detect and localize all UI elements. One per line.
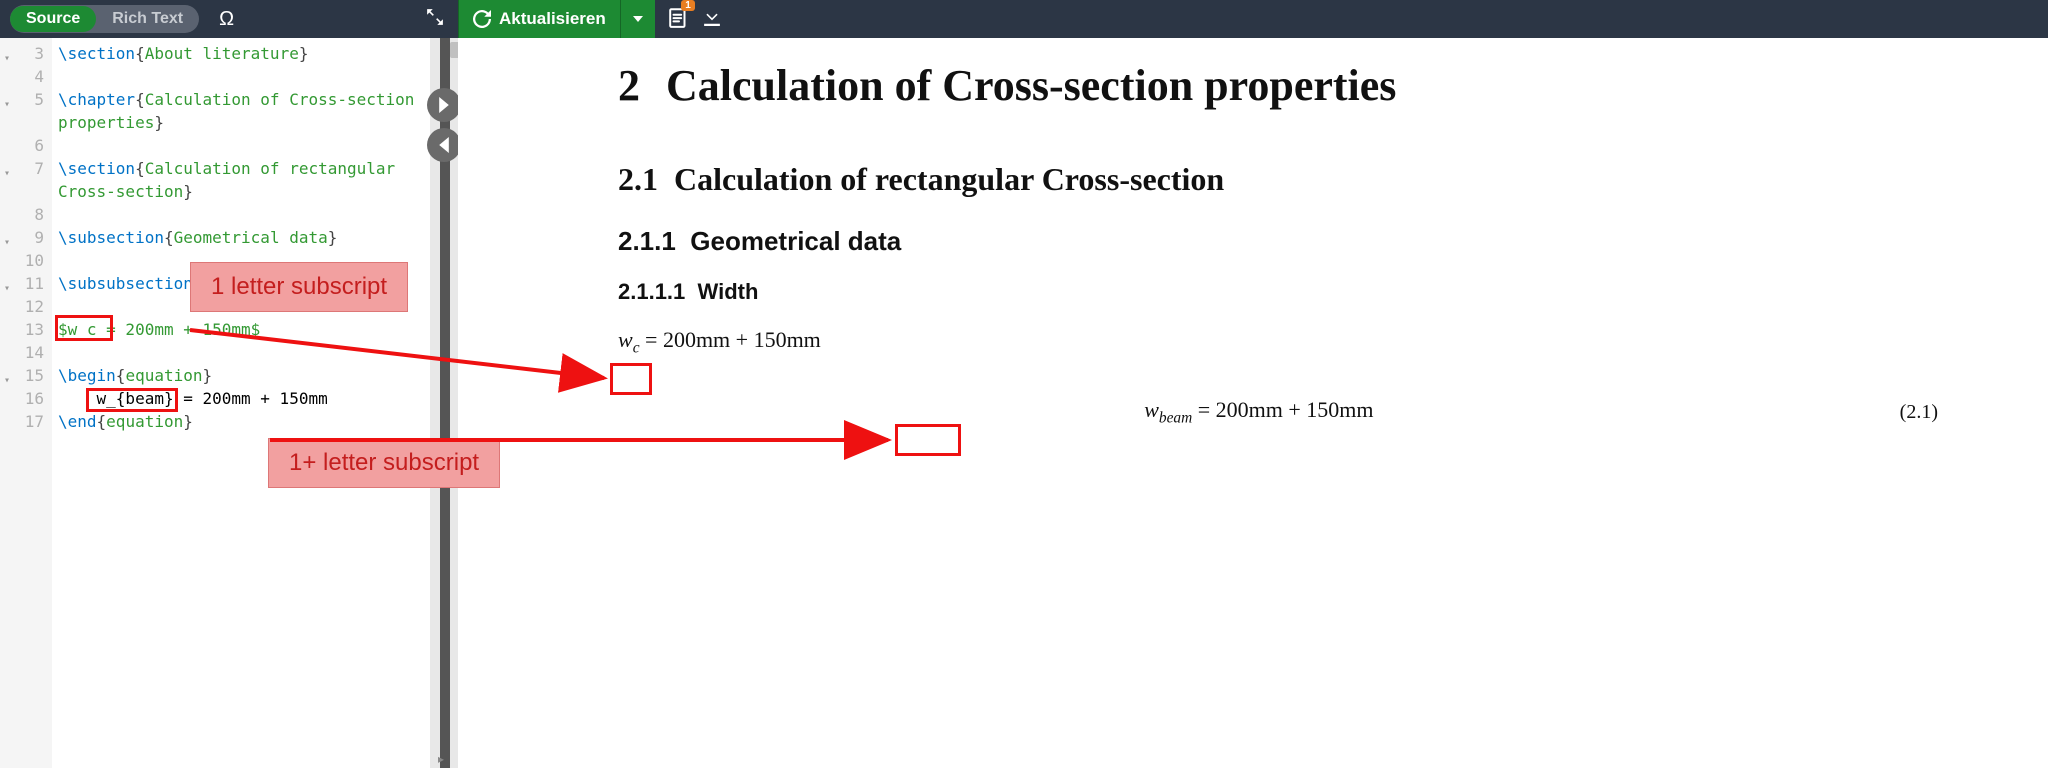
display-equation: wbeam = 200mm + 150mm <box>618 397 1900 427</box>
line-number: ▾9 <box>0 226 52 249</box>
chevron-right-icon[interactable]: ▸ <box>438 752 444 766</box>
inline-equation: wc = 200mm + 150mm <box>618 327 1948 357</box>
section-title: Calculation of rectangular Cross-section <box>674 161 1224 197</box>
line-number: 10 <box>0 249 52 272</box>
pane-splitter[interactable]: ▸ <box>430 38 458 768</box>
section-heading: 2.1 Calculation of rectangular Cross-sec… <box>618 161 1948 198</box>
pdf-preview: 2 Calculation of Cross-section propertie… <box>458 38 2048 768</box>
highlight-source-wbeam <box>86 388 178 412</box>
refresh-icon <box>473 10 491 28</box>
fullscreen-button[interactable] <box>426 8 444 31</box>
line-number: ▾11 <box>0 272 52 295</box>
logs-button[interactable]: 1 <box>669 6 689 33</box>
chapter-heading: 2 Calculation of Cross-section propertie… <box>618 58 1948 113</box>
line-number: 6 <box>0 134 52 157</box>
line-number: 13 <box>0 318 52 341</box>
editor-mode-toggle: Source Rich Text <box>10 5 199 33</box>
line-number: ▾7 <box>0 157 52 180</box>
richtext-tab[interactable]: Rich Text <box>96 6 199 32</box>
download-icon <box>703 8 721 26</box>
toolbar-left-region: Source Rich Text Ω <box>0 0 458 38</box>
equation-number: (2.1) <box>1900 401 1938 424</box>
line-number: 12 <box>0 295 52 318</box>
refresh-dropdown[interactable] <box>620 0 655 38</box>
display-equation-row: wbeam = 200mm + 150mm (2.1) <box>618 397 1948 427</box>
download-button[interactable] <box>703 8 721 31</box>
chapter-number: 2 <box>618 58 666 113</box>
line-number: 14 <box>0 341 52 364</box>
line-gutter: ▾3 4 ▾5 6 ▾7 8 ▾9 10 ▾11 12 13 14 ▾15 16… <box>0 38 52 768</box>
highlight-preview-wc <box>610 363 652 395</box>
code-editor[interactable]: ▾3 4 ▾5 6 ▾7 8 ▾9 10 ▾11 12 13 14 ▾15 16… <box>0 38 430 768</box>
line-number <box>0 180 52 203</box>
annotation-single-letter: 1 letter subscript <box>190 262 408 312</box>
annotation-multi-letter: 1+ letter subscript <box>268 438 500 488</box>
toolbar-right-icons: 1 <box>669 6 721 33</box>
top-toolbar: Source Rich Text Ω Aktualisieren 1 <box>0 0 2048 38</box>
caret-down-icon <box>633 14 643 24</box>
line-number: ▾3 <box>0 42 52 65</box>
symbols-button[interactable]: Ω <box>219 8 234 31</box>
line-number: 16 <box>0 387 52 410</box>
source-tab[interactable]: Source <box>10 6 96 32</box>
line-number: ▾5 <box>0 88 52 111</box>
refresh-button[interactable]: Aktualisieren <box>458 0 620 38</box>
highlight-source-wc <box>55 315 113 341</box>
chapter-title: Calculation of Cross-section properties <box>666 58 1396 113</box>
subsubsection-heading: 2.1.1.1 Width <box>618 279 1948 305</box>
line-number <box>0 111 52 134</box>
line-number: 4 <box>0 65 52 88</box>
expand-icon <box>426 8 444 26</box>
arrow-left-icon <box>436 137 452 153</box>
sync-left-button[interactable] <box>427 128 461 162</box>
section-number: 2.1 <box>618 161 658 197</box>
logs-badge: 1 <box>681 0 695 11</box>
refresh-label: Aktualisieren <box>499 9 606 29</box>
arrow-right-icon <box>436 97 452 113</box>
highlight-preview-wbeam <box>895 424 961 456</box>
sync-right-button[interactable] <box>427 88 461 122</box>
subsection-heading: 2.1.1 Geometrical data <box>618 226 1948 257</box>
line-number: 17 <box>0 410 52 433</box>
line-number: ▾15 <box>0 364 52 387</box>
main-area: ▾3 4 ▾5 6 ▾7 8 ▾9 10 ▾11 12 13 14 ▾15 16… <box>0 38 2048 768</box>
line-number: 8 <box>0 203 52 226</box>
